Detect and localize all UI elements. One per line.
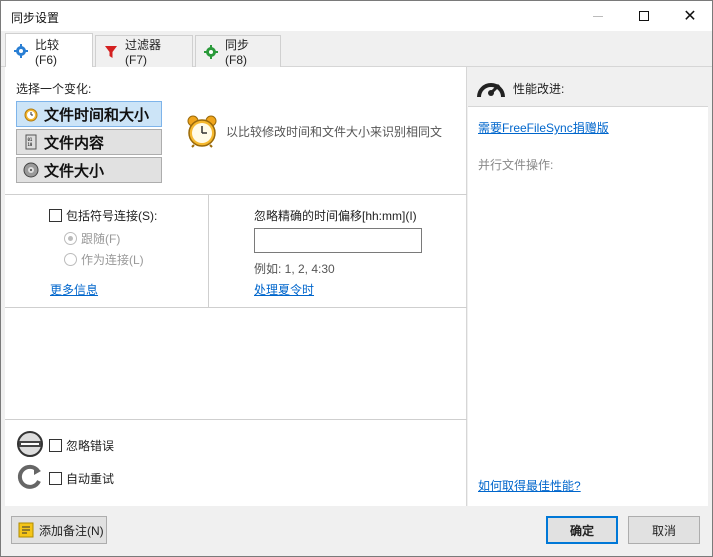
best-performance-link[interactable]: 如何取得最佳性能? (478, 477, 581, 494)
note-icon (18, 522, 34, 538)
time-shift-label: 忽略精确的时间偏移[hh:mm](I) (254, 209, 417, 223)
close-button[interactable]: ✕ (667, 1, 713, 31)
performance-header: 性能改进: (468, 67, 708, 107)
tab-compare-label: 比较 (F6) (35, 37, 60, 67)
titlebar: 同步设置 ✕ (1, 1, 712, 31)
radio-as-link-label: 作为连接(L) (81, 253, 144, 267)
separator (5, 194, 467, 195)
radio-follow[interactable]: 跟随(F) (64, 230, 120, 247)
time-shift-example: 例如: 1, 2, 4:30 (254, 262, 335, 276)
separator (208, 195, 209, 307)
separator (5, 419, 467, 420)
ignore-errors-box[interactable] (49, 439, 62, 452)
ignore-errors-icon (16, 430, 44, 458)
tab-compare[interactable]: 比较 (F6) (5, 33, 93, 68)
time-shift-input[interactable] (254, 228, 422, 253)
svg-text:10: 10 (28, 142, 33, 147)
speedometer-icon (475, 73, 507, 101)
disk-icon (23, 162, 39, 178)
add-note-button[interactable]: 添加备注(N) (11, 516, 107, 544)
close-icon: ✕ (683, 6, 697, 25)
more-info-link[interactable]: 更多信息 (50, 281, 98, 298)
auto-retry-label: 自动重试 (66, 472, 115, 486)
gear-icon (14, 44, 28, 58)
auto-retry-checkbox[interactable]: 自动重试 (49, 470, 114, 487)
file-content-icon: 01 10 (23, 134, 39, 150)
variant-content-label: 文件内容 (44, 134, 105, 152)
minimize-button[interactable] (575, 1, 621, 31)
symlinks-checkbox-box[interactable] (49, 209, 62, 222)
sync-settings-window: 同步设置 ✕ 比较 (F6) 过滤器 (F7) 同步 (F8) 选择一个变化: (0, 0, 713, 557)
auto-retry-icon (16, 463, 44, 491)
variant-time-size-label: 文件时间和大小 (44, 106, 150, 124)
variant-size-button[interactable]: 文件大小 (16, 157, 162, 183)
symlinks-checkbox[interactable]: 包括符号连接(S): (49, 207, 157, 224)
variant-time-size-button[interactable]: 文件时间和大小 (16, 101, 162, 127)
dialog-footer: 添加备注(N) 确定 取消 (1, 506, 712, 556)
maximize-button[interactable] (621, 1, 667, 31)
tab-bar: 比较 (F6) 过滤器 (F7) 同步 (F8) (1, 31, 712, 68)
parallel-ops-label: 并行文件操作: (478, 158, 554, 172)
performance-title: 性能改进: (513, 82, 565, 96)
gear-green-icon (204, 44, 218, 59)
tab-filter-label: 过滤器 (F7) (125, 38, 162, 67)
variant-size-label: 文件大小 (44, 162, 105, 180)
alarm-clock-icon (185, 114, 219, 148)
filter-icon (104, 45, 118, 59)
performance-pane: 性能改进: 需要FreeFileSync捐赠版 并行文件操作: 如何取得最佳性能… (468, 67, 708, 506)
tab-filter[interactable]: 过滤器 (F7) (95, 35, 193, 67)
tab-sync[interactable]: 同步 (F8) (195, 35, 281, 67)
cancel-label: 取消 (651, 523, 676, 538)
variant-content-button[interactable]: 01 10 文件内容 (16, 129, 162, 155)
compare-pane: 选择一个变化: 文件时间和大小 01 10 文件内容 文件大小 以比较修改时间和… (5, 67, 467, 506)
window-title: 同步设置 (11, 11, 60, 25)
symlinks-checkbox-label: 包括符号连接(S): (66, 209, 158, 223)
choose-variant-label: 选择一个变化: (16, 82, 92, 96)
main-area: 选择一个变化: 文件时间和大小 01 10 文件内容 文件大小 以比较修改时间和… (1, 67, 712, 506)
clock-icon (23, 106, 39, 122)
radio-follow-dot[interactable] (64, 232, 77, 245)
donation-edition-link[interactable]: 需要FreeFileSync捐赠版 (478, 119, 609, 136)
ignore-errors-label: 忽略错误 (66, 439, 115, 453)
ok-label: 确定 (569, 523, 594, 538)
auto-retry-box[interactable] (49, 472, 62, 485)
tab-sync-label: 同步 (F8) (225, 38, 250, 67)
separator (5, 307, 467, 308)
cancel-button[interactable]: 取消 (628, 516, 700, 544)
dst-link[interactable]: 处理夏令时 (254, 281, 314, 298)
maximize-icon (639, 11, 649, 21)
variant-description: 以比较修改时间和文件大小来识别相同文 (226, 125, 443, 139)
ok-button[interactable]: 确定 (546, 516, 618, 544)
add-note-label: 添加备注(N) (39, 523, 104, 538)
radio-follow-label: 跟随(F) (81, 232, 121, 246)
minimize-icon (593, 15, 603, 17)
radio-as-link[interactable]: 作为连接(L) (64, 251, 144, 268)
ignore-errors-checkbox[interactable]: 忽略错误 (49, 437, 114, 454)
radio-as-link-dot[interactable] (64, 253, 77, 266)
